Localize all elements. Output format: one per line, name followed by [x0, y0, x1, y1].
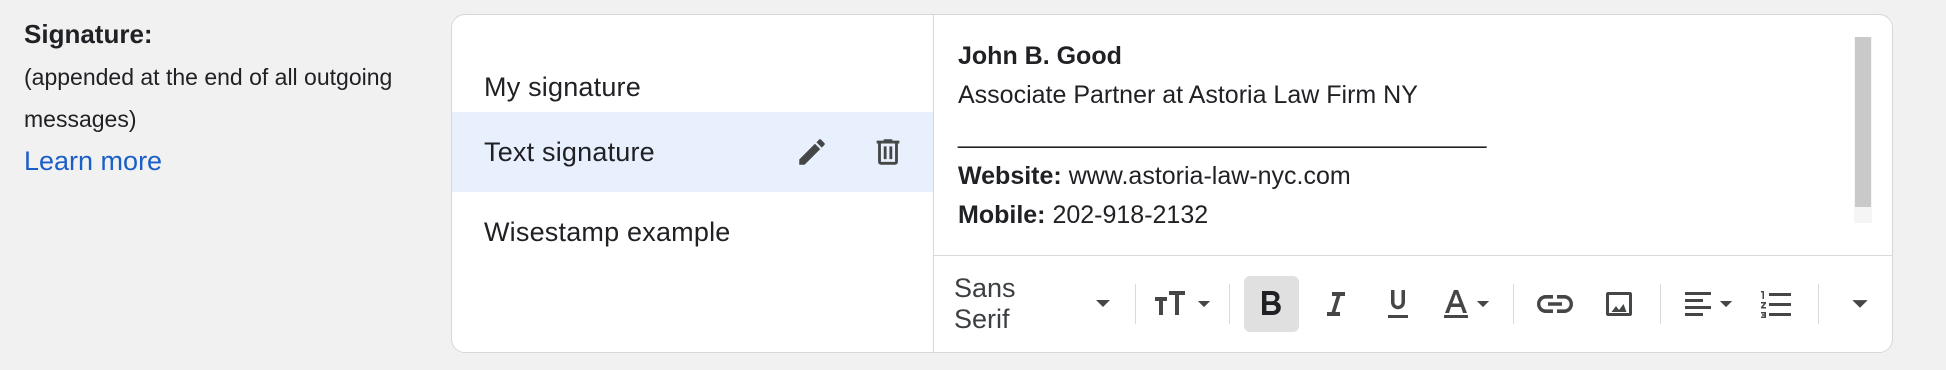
toolbar-divider [1228, 284, 1230, 324]
signature-position: Associate Partner at Astoria Law Firm NY [958, 81, 1418, 109]
underline-button[interactable] [1370, 276, 1425, 332]
signature-list: My signature Text signature Wisestamp ex… [452, 15, 934, 352]
signature-content[interactable]: John B. Good Associate Partner at Astori… [958, 37, 1832, 235]
text-size-icon [1153, 289, 1191, 319]
signature-item-label: Text signature [484, 136, 655, 167]
more-formatting-button[interactable] [1833, 276, 1888, 332]
caret-down-icon [1197, 300, 1211, 309]
signature-editor-body[interactable]: John B. Good Associate Partner at Astori… [934, 15, 1892, 255]
signature-title: Signature: [24, 19, 153, 49]
signature-name: John B. Good [958, 42, 1122, 70]
align-button[interactable] [1675, 276, 1740, 332]
signature-editor: John B. Good Associate Partner at Astori… [934, 15, 1892, 352]
font-family-select[interactable]: Sans Serif [954, 273, 1111, 335]
caret-down-icon [1095, 299, 1111, 309]
font-family-value: Sans Serif [954, 273, 1016, 334]
editor-scrollbar-thumb[interactable] [1855, 37, 1871, 207]
insert-image-button[interactable] [1591, 276, 1646, 332]
toolbar-divider [1134, 284, 1136, 324]
toolbar-divider [1512, 284, 1514, 324]
signature-item-wisestamp-example[interactable]: Wisestamp example [452, 192, 933, 272]
bold-button[interactable] [1243, 276, 1299, 332]
text-size-button[interactable] [1150, 276, 1215, 332]
signature-separator: ______________________________________ [958, 121, 1487, 149]
italic-icon [1322, 289, 1348, 319]
mobile-value: 202-918-2132 [1052, 201, 1209, 229]
numbered-list-icon [1759, 289, 1793, 319]
signature-item-actions [791, 112, 909, 192]
text-color-button[interactable] [1434, 276, 1499, 332]
signature-mobile-row: Mobile: 202-918-2132 [958, 196, 1832, 235]
toolbar-divider [1660, 284, 1662, 324]
signature-item-text-signature[interactable]: Text signature [452, 112, 933, 192]
numbered-list-button[interactable] [1748, 276, 1803, 332]
website-label: Website: [958, 162, 1062, 190]
more-formatting-icon [1851, 299, 1869, 310]
italic-button[interactable] [1307, 276, 1362, 332]
formatting-toolbar: Sans Serif [934, 255, 1892, 352]
underline-icon [1384, 288, 1412, 320]
trash-icon[interactable] [867, 131, 909, 173]
signature-website-row: Website: www.astoria-law-nyc.com [958, 157, 1832, 196]
editor-scrollbar[interactable] [1854, 37, 1872, 223]
signature-item-label: My signature [484, 71, 641, 102]
link-icon [1537, 294, 1574, 314]
caret-down-icon [1476, 300, 1490, 309]
pencil-icon[interactable] [791, 131, 833, 173]
signature-panel: My signature Text signature Wisestamp ex… [451, 14, 1893, 353]
signature-description: (appended at the end of all outgoing mes… [24, 64, 393, 132]
signature-settings-label-group: Signature: (appended at the end of all o… [24, 16, 444, 182]
caret-down-icon [1719, 300, 1733, 309]
mobile-label: Mobile: [958, 201, 1046, 229]
align-icon [1683, 290, 1713, 318]
insert-link-button[interactable] [1528, 276, 1583, 332]
text-color-icon [1442, 288, 1470, 320]
toolbar-divider [1817, 284, 1819, 324]
learn-more-link[interactable]: Learn more [24, 140, 162, 182]
image-icon [1604, 289, 1634, 319]
signature-item-label: Wisestamp example [484, 216, 731, 247]
bold-icon [1257, 288, 1285, 320]
website-value: www.astoria-law-nyc.com [1068, 162, 1351, 190]
